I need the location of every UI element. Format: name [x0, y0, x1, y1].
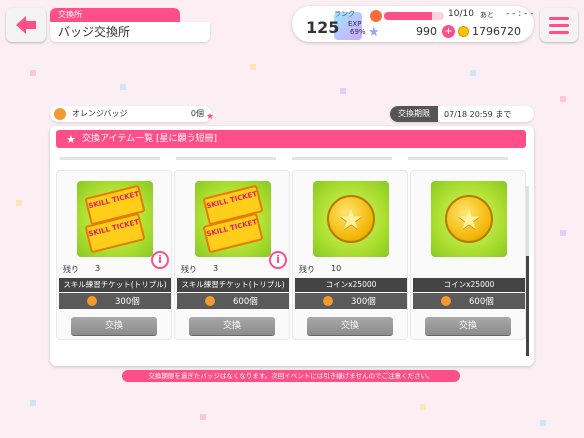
stock-label: 残り	[181, 265, 197, 274]
bg-confetti	[120, 84, 126, 90]
coin-icon: ★	[445, 195, 493, 243]
bg-confetti	[16, 200, 22, 206]
panel-title: 交換アイテム一覧 [星に願う短冊]	[82, 134, 217, 144]
orange-badge-icon	[205, 296, 215, 306]
item-name: コインx25000	[413, 278, 525, 292]
menu-icon-line	[549, 31, 569, 34]
screen-title: 交換所 バッジ交換所	[50, 8, 210, 42]
deadline-value: 07/18 20:59 まで	[444, 110, 512, 119]
bg-confetti	[30, 70, 36, 76]
exp-percent: 69%	[350, 28, 366, 36]
bg-confetti	[560, 230, 566, 236]
panel-header: ★ 交換アイテム一覧 [星に願う短冊]	[56, 130, 526, 148]
stock-row: 残り 3	[57, 263, 173, 277]
badge-count: 0個	[190, 109, 204, 118]
bg-confetti	[540, 420, 546, 426]
price-row: 600個	[413, 293, 525, 309]
bg-confetti	[250, 64, 256, 70]
life-value: 10/10	[448, 9, 474, 19]
stock-row: 残り 3	[175, 263, 291, 277]
price-row: 300個	[59, 293, 171, 309]
badge-name: オレンジバッジ	[72, 109, 128, 118]
item-card: SKILL TICKET SKILL TICKET i 残り 3 スキル練習チケ…	[56, 170, 172, 340]
bg-confetti	[200, 414, 206, 420]
item-name: スキル練習チケット(トリプル)	[177, 278, 289, 292]
menu-icon-line	[549, 24, 569, 27]
star-gem-icon: ★	[368, 25, 380, 40]
previous-row-edge	[60, 152, 160, 160]
owned-badge: オレンジバッジ 0個	[50, 106, 212, 122]
gem-count: 990	[416, 25, 437, 38]
life-after-label: あと	[480, 11, 494, 19]
menu-icon-line	[549, 17, 569, 20]
deadline-label: 交換期限	[390, 106, 438, 122]
add-gems-button[interactable]: +	[442, 25, 455, 38]
orange-badge-icon	[54, 108, 66, 120]
exchange-button[interactable]: 交換	[189, 317, 275, 335]
stock-value: 3	[213, 264, 219, 273]
life-bar-fill	[384, 12, 432, 20]
skill-ticket-image: SKILL TICKET SKILL TICKET	[195, 181, 271, 257]
page-title: バッジ交換所	[50, 22, 210, 42]
item-card: SKILL TICKET SKILL TICKET i 残り 3 スキル練習チケ…	[174, 170, 290, 340]
expiry-notice: 交換期限を過ぎたバッジはなくなります。次回イベントには引き継げませんのでご注意く…	[122, 370, 460, 382]
scrollbar[interactable]	[526, 186, 529, 356]
coin-image: ★	[431, 181, 507, 257]
exchange-item-list: ★ 交換アイテム一覧 [星に願う短冊] SKILL TICKET SKILL T…	[50, 126, 534, 366]
life-bar	[384, 12, 444, 20]
player-status: ランク 125 EXP 69% 10/10 あと - - : - - ★ 990…	[292, 6, 534, 42]
bg-confetti	[420, 404, 426, 410]
item-price: 600個	[233, 297, 258, 307]
exchange-deadline: 交換期限 07/18 20:59 まで	[390, 106, 534, 122]
item-price: 600個	[469, 297, 494, 307]
menu-button[interactable]	[540, 8, 578, 42]
previous-row-edge	[176, 152, 276, 160]
orange-badge-icon	[87, 296, 97, 306]
item-price: 300個	[115, 297, 140, 307]
previous-row-edge	[292, 152, 392, 160]
price-row: 300個	[295, 293, 407, 309]
star-icon: ★	[206, 112, 215, 122]
scrollbar-thumb[interactable]	[526, 256, 529, 356]
exchange-button[interactable]: 交換	[307, 317, 393, 335]
bg-confetti	[560, 96, 566, 102]
orange-badge-icon	[441, 296, 451, 306]
stock-label: 残り	[63, 265, 79, 274]
back-arrow-icon	[16, 16, 36, 34]
skill-ticket-image: SKILL TICKET SKILL TICKET	[77, 181, 153, 257]
price-row: 600個	[177, 293, 289, 309]
coin-image: ★	[313, 181, 389, 257]
coin-icon	[458, 26, 469, 37]
coin-icon: ★	[327, 195, 375, 243]
back-button[interactable]	[6, 8, 46, 42]
stock-value: 3	[95, 264, 101, 273]
item-card: ★ コインx25000 600個 交換	[410, 170, 526, 340]
stock-row	[411, 263, 527, 277]
stock-value: 10	[331, 264, 342, 273]
item-name: コインx25000	[295, 278, 407, 292]
stock-row: 残り 10	[293, 263, 409, 277]
life-flame-icon	[370, 10, 382, 22]
item-name: スキル練習チケット(トリプル)	[59, 278, 171, 292]
item-card: ★ 残り 10 コインx25000 300個 交換	[292, 170, 408, 340]
exchange-button[interactable]: 交換	[425, 317, 511, 335]
bg-confetti	[340, 88, 346, 94]
star-icon: ★	[338, 203, 364, 236]
stock-label: 残り	[299, 265, 315, 274]
previous-row-edge	[408, 152, 508, 160]
star-icon: ★	[456, 203, 482, 236]
life-recovery-time: - - : - -	[506, 9, 534, 19]
screen-subtitle: 交換所	[50, 8, 180, 22]
exchange-button[interactable]: 交換	[71, 317, 157, 335]
item-price: 300個	[351, 297, 376, 307]
coin-count: 1796720	[472, 25, 521, 38]
bg-confetti	[470, 70, 476, 76]
exp-label: EXP	[348, 20, 362, 28]
bg-confetti	[30, 400, 36, 406]
star-icon: ★	[66, 133, 76, 146]
rank-value: 125	[306, 18, 340, 37]
orange-badge-icon	[323, 296, 333, 306]
